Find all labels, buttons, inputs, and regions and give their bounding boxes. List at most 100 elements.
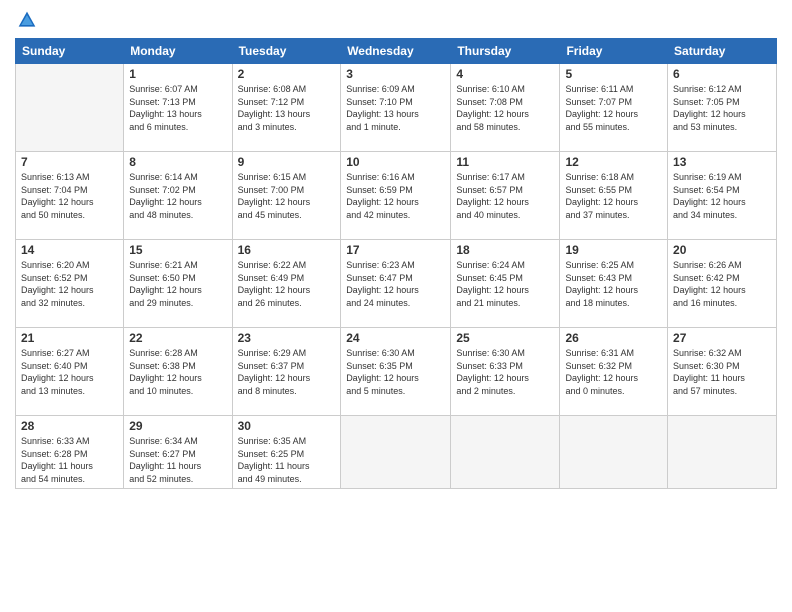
day-number: 5 (565, 67, 662, 81)
day-info: Sunrise: 6:22 AMSunset: 6:49 PMDaylight:… (238, 259, 336, 309)
calendar-week-5: 28 Sunrise: 6:33 AMSunset: 6:28 PMDayligh… (16, 416, 777, 489)
calendar-cell (560, 416, 668, 489)
calendar-cell: 11 Sunrise: 6:17 AMSunset: 6:57 PMDayligh… (451, 152, 560, 240)
day-info: Sunrise: 6:32 AMSunset: 6:30 PMDaylight:… (673, 347, 771, 397)
day-number: 27 (673, 331, 771, 345)
day-info: Sunrise: 6:17 AMSunset: 6:57 PMDaylight:… (456, 171, 554, 221)
calendar-cell: 9 Sunrise: 6:15 AMSunset: 7:00 PMDaylight… (232, 152, 341, 240)
day-number: 14 (21, 243, 118, 257)
day-info: Sunrise: 6:14 AMSunset: 7:02 PMDaylight:… (129, 171, 226, 221)
day-info: Sunrise: 6:27 AMSunset: 6:40 PMDaylight:… (21, 347, 118, 397)
day-number: 26 (565, 331, 662, 345)
day-number: 29 (129, 419, 226, 433)
day-info: Sunrise: 6:33 AMSunset: 6:28 PMDaylight:… (21, 435, 118, 485)
calendar-cell: 15 Sunrise: 6:21 AMSunset: 6:50 PMDayligh… (124, 240, 232, 328)
calendar-cell (668, 416, 777, 489)
day-number: 24 (346, 331, 445, 345)
day-number: 20 (673, 243, 771, 257)
day-number: 1 (129, 67, 226, 81)
calendar-cell: 28 Sunrise: 6:33 AMSunset: 6:28 PMDayligh… (16, 416, 124, 489)
day-number: 3 (346, 67, 445, 81)
day-number: 7 (21, 155, 118, 169)
day-info: Sunrise: 6:35 AMSunset: 6:25 PMDaylight:… (238, 435, 336, 485)
day-info: Sunrise: 6:26 AMSunset: 6:42 PMDaylight:… (673, 259, 771, 309)
day-info: Sunrise: 6:12 AMSunset: 7:05 PMDaylight:… (673, 83, 771, 133)
day-info: Sunrise: 6:09 AMSunset: 7:10 PMDaylight:… (346, 83, 445, 133)
calendar-header-sunday: Sunday (16, 39, 124, 64)
calendar-cell: 14 Sunrise: 6:20 AMSunset: 6:52 PMDayligh… (16, 240, 124, 328)
calendar-cell: 1Sunrise: 6:07 AMSunset: 7:13 PMDaylight… (124, 64, 232, 152)
calendar-cell (341, 416, 451, 489)
calendar-cell: 23 Sunrise: 6:29 AMSunset: 6:37 PMDayligh… (232, 328, 341, 416)
calendar-cell: 29 Sunrise: 6:34 AMSunset: 6:27 PMDayligh… (124, 416, 232, 489)
day-number: 11 (456, 155, 554, 169)
day-number: 18 (456, 243, 554, 257)
day-info: Sunrise: 6:15 AMSunset: 7:00 PMDaylight:… (238, 171, 336, 221)
calendar-cell: 24 Sunrise: 6:30 AMSunset: 6:35 PMDayligh… (341, 328, 451, 416)
day-info: Sunrise: 6:16 AMSunset: 6:59 PMDaylight:… (346, 171, 445, 221)
day-number: 23 (238, 331, 336, 345)
day-info: Sunrise: 6:24 AMSunset: 6:45 PMDaylight:… (456, 259, 554, 309)
day-number: 8 (129, 155, 226, 169)
calendar-cell: 21Sunrise: 6:27 AMSunset: 6:40 PMDayligh… (16, 328, 124, 416)
calendar-week-3: 14 Sunrise: 6:20 AMSunset: 6:52 PMDayligh… (16, 240, 777, 328)
page: SundayMondayTuesdayWednesdayThursdayFrid… (0, 0, 792, 612)
calendar-header-monday: Monday (124, 39, 232, 64)
header (15, 10, 777, 30)
calendar-cell: 10 Sunrise: 6:16 AMSunset: 6:59 PMDayligh… (341, 152, 451, 240)
calendar-header-thursday: Thursday (451, 39, 560, 64)
calendar-cell (16, 64, 124, 152)
day-info: Sunrise: 6:30 AMSunset: 6:35 PMDaylight:… (346, 347, 445, 397)
calendar-cell: 26 Sunrise: 6:31 AMSunset: 6:32 PMDayligh… (560, 328, 668, 416)
day-info: Sunrise: 6:13 AMSunset: 7:04 PMDaylight:… (21, 171, 118, 221)
day-info: Sunrise: 6:21 AMSunset: 6:50 PMDaylight:… (129, 259, 226, 309)
day-info: Sunrise: 6:11 AMSunset: 7:07 PMDaylight:… (565, 83, 662, 133)
calendar-cell: 6 Sunrise: 6:12 AMSunset: 7:05 PMDaylight… (668, 64, 777, 152)
day-number: 13 (673, 155, 771, 169)
day-number: 22 (129, 331, 226, 345)
calendar-cell: 20 Sunrise: 6:26 AMSunset: 6:42 PMDayligh… (668, 240, 777, 328)
calendar-week-1: 1Sunrise: 6:07 AMSunset: 7:13 PMDaylight… (16, 64, 777, 152)
logo-icon (17, 10, 37, 30)
day-number: 19 (565, 243, 662, 257)
day-number: 16 (238, 243, 336, 257)
day-number: 4 (456, 67, 554, 81)
day-info: Sunrise: 6:34 AMSunset: 6:27 PMDaylight:… (129, 435, 226, 485)
day-info: Sunrise: 6:08 AMSunset: 7:12 PMDaylight:… (238, 83, 336, 133)
calendar-cell: 2Sunrise: 6:08 AMSunset: 7:12 PMDaylight… (232, 64, 341, 152)
calendar-header-wednesday: Wednesday (341, 39, 451, 64)
calendar-cell (451, 416, 560, 489)
day-info: Sunrise: 6:10 AMSunset: 7:08 PMDaylight:… (456, 83, 554, 133)
day-number: 30 (238, 419, 336, 433)
calendar-week-4: 21Sunrise: 6:27 AMSunset: 6:40 PMDayligh… (16, 328, 777, 416)
day-info: Sunrise: 6:18 AMSunset: 6:55 PMDaylight:… (565, 171, 662, 221)
calendar-cell: 7 Sunrise: 6:13 AMSunset: 7:04 PMDaylight… (16, 152, 124, 240)
calendar-cell: 30 Sunrise: 6:35 AMSunset: 6:25 PMDayligh… (232, 416, 341, 489)
day-info: Sunrise: 6:25 AMSunset: 6:43 PMDaylight:… (565, 259, 662, 309)
calendar-week-2: 7 Sunrise: 6:13 AMSunset: 7:04 PMDaylight… (16, 152, 777, 240)
day-number: 9 (238, 155, 336, 169)
day-number: 12 (565, 155, 662, 169)
calendar-cell: 12 Sunrise: 6:18 AMSunset: 6:55 PMDayligh… (560, 152, 668, 240)
day-info: Sunrise: 6:31 AMSunset: 6:32 PMDaylight:… (565, 347, 662, 397)
calendar: SundayMondayTuesdayWednesdayThursdayFrid… (15, 38, 777, 489)
calendar-header-tuesday: Tuesday (232, 39, 341, 64)
calendar-cell: 18 Sunrise: 6:24 AMSunset: 6:45 PMDayligh… (451, 240, 560, 328)
day-number: 28 (21, 419, 118, 433)
calendar-cell: 22Sunrise: 6:28 AMSunset: 6:38 PMDayligh… (124, 328, 232, 416)
day-info: Sunrise: 6:20 AMSunset: 6:52 PMDaylight:… (21, 259, 118, 309)
calendar-header-row: SundayMondayTuesdayWednesdayThursdayFrid… (16, 39, 777, 64)
day-number: 15 (129, 243, 226, 257)
calendar-cell: 16 Sunrise: 6:22 AMSunset: 6:49 PMDayligh… (232, 240, 341, 328)
day-info: Sunrise: 6:19 AMSunset: 6:54 PMDaylight:… (673, 171, 771, 221)
logo (15, 10, 37, 30)
day-info: Sunrise: 6:29 AMSunset: 6:37 PMDaylight:… (238, 347, 336, 397)
calendar-cell: 3 Sunrise: 6:09 AMSunset: 7:10 PMDaylight… (341, 64, 451, 152)
calendar-cell: 17Sunrise: 6:23 AMSunset: 6:47 PMDayligh… (341, 240, 451, 328)
day-number: 17 (346, 243, 445, 257)
day-number: 6 (673, 67, 771, 81)
day-number: 25 (456, 331, 554, 345)
calendar-cell: 27 Sunrise: 6:32 AMSunset: 6:30 PMDayligh… (668, 328, 777, 416)
calendar-cell: 13 Sunrise: 6:19 AMSunset: 6:54 PMDayligh… (668, 152, 777, 240)
day-number: 10 (346, 155, 445, 169)
